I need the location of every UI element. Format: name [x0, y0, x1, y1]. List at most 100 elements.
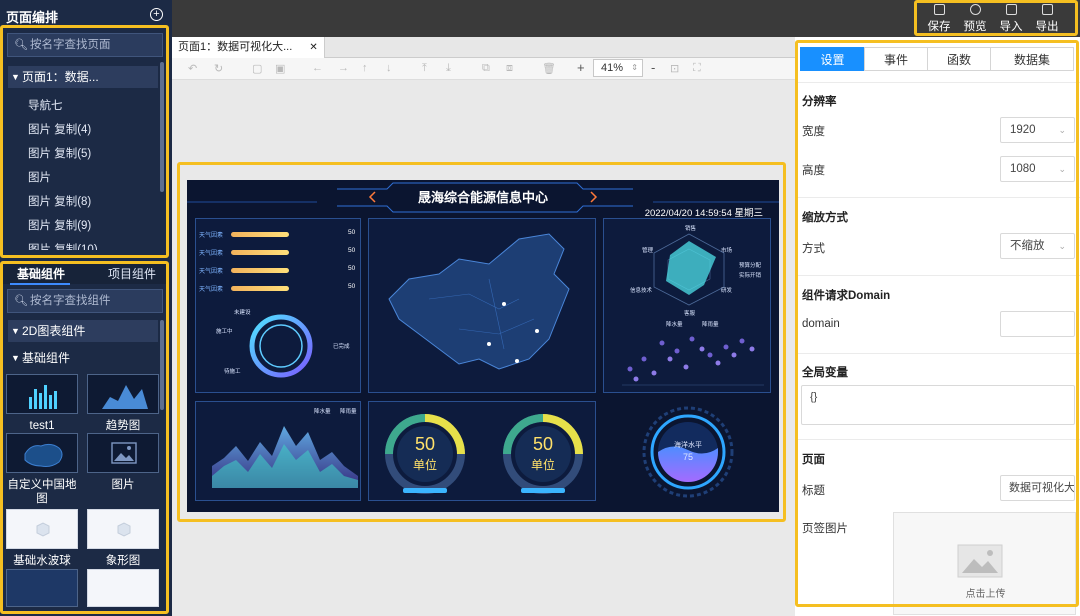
save-icon: [933, 4, 945, 15]
save-button[interactable]: 保存: [924, 4, 954, 34]
tab-project-components[interactable]: 项目组件: [108, 265, 156, 282]
zoom-out-icon[interactable]: -: [651, 60, 655, 75]
component-test1-thumb[interactable]: [6, 374, 78, 414]
section-page: 页面: [802, 454, 825, 466]
import-button[interactable]: 导入: [996, 4, 1026, 34]
undo-icon[interactable]: ↶: [188, 62, 197, 75]
area-legend: 降水量: [314, 409, 331, 415]
cube-icon: [117, 522, 131, 537]
export-button[interactable]: 导出: [1032, 4, 1062, 34]
scale-mode-select[interactable]: 不缩放 ⌄: [1000, 233, 1075, 259]
china-map: [388, 233, 570, 370]
component-search-input[interactable]: 🔍︎ 按名字查找组件: [7, 289, 163, 313]
bar-label: 天气因素: [199, 233, 224, 239]
radar-label: 信息技术: [630, 288, 653, 294]
bar-value: 50: [348, 247, 356, 254]
map-icon: [24, 443, 63, 467]
preview-button[interactable]: 预览: [960, 4, 990, 34]
align-top-icon[interactable]: ⤒: [422, 62, 427, 75]
panel-china-map: [368, 218, 596, 393]
align-bottom-icon[interactable]: ⤓: [446, 62, 451, 75]
component-pictogram-thumb[interactable]: [87, 509, 159, 549]
arrow-left-icon[interactable]: ←: [312, 62, 323, 74]
component-label: 象形图: [105, 555, 141, 567]
width-select[interactable]: 1920 ⌄: [1000, 117, 1075, 143]
panel-radar-scatter: 销售 管理 市场 信息技术 研发 客服 预算分配 实际开销 降水量 降雨量: [603, 218, 771, 393]
chevron-down-icon: ⌄: [1058, 164, 1066, 174]
radar-label: 管理: [642, 248, 654, 254]
component-thumb[interactable]: [87, 569, 159, 607]
component-waterball-thumb[interactable]: [6, 509, 78, 549]
dashboard-title: 晟海综合能源信息中心: [417, 190, 548, 205]
fullscreen-icon[interactable]: ⛶: [693, 62, 701, 75]
tab-page1[interactable]: 页面1：数据可视化大... ✕: [172, 37, 325, 58]
scatter-legend: 降雨量: [702, 322, 719, 328]
radar-label: 销售: [685, 226, 697, 232]
canvas-tab-row: 页面1：数据可视化大... ✕: [172, 37, 795, 58]
ungroup-icon[interactable]: ⧈: [506, 62, 513, 75]
zoom-in-icon[interactable]: +: [577, 60, 585, 75]
component-china-map-thumb[interactable]: [6, 433, 78, 473]
dashboard-canvas[interactable]: 晟海综合能源信息中心 2022/04/20 14:59:54 星期三 天气因素 …: [187, 180, 779, 512]
tree-item[interactable]: 导航七: [28, 97, 63, 113]
gauge-value: 50: [532, 434, 554, 454]
close-icon[interactable]: ✕: [309, 42, 317, 53]
tree-item[interactable]: 图片 复制(8): [28, 193, 91, 209]
tree-root-page1[interactable]: ▼ 页面1：数据...: [8, 66, 158, 88]
group-icon[interactable]: ⧉: [482, 62, 490, 75]
arrow-down-icon[interactable]: ↓: [386, 62, 392, 74]
tree-item[interactable]: 图片 复制(10): [28, 241, 98, 250]
fit-icon[interactable]: ⊡: [670, 62, 679, 75]
add-page-icon[interactable]: +: [150, 8, 163, 21]
scatter-legend: 降水量: [666, 322, 683, 328]
gauge-value: 50: [414, 434, 436, 454]
global-variables-textarea[interactable]: {}: [801, 385, 1075, 425]
component-trend-thumb[interactable]: [87, 374, 159, 414]
redo-icon[interactable]: ↻: [214, 62, 223, 75]
paste-icon[interactable]: ▣: [275, 62, 285, 75]
domain-input[interactable]: [1000, 311, 1075, 337]
tree-scrollbar[interactable]: [160, 62, 164, 192]
tab-datasets[interactable]: 数据集: [990, 47, 1074, 71]
tab-functions[interactable]: 函数: [927, 47, 991, 71]
panel-title: 页面编排: [6, 10, 59, 25]
section-scale: 缩放方式: [802, 212, 848, 224]
arrow-up-icon[interactable]: ↑: [362, 62, 368, 74]
category-2d-charts[interactable]: ▼ 2D图表组件: [8, 320, 158, 342]
image-icon: [111, 442, 137, 464]
panel-area-chart: 降水量 降雨量: [195, 401, 361, 501]
area-chart: [212, 426, 358, 488]
section-global-variables: 全局变量: [802, 367, 848, 379]
component-thumb[interactable]: [6, 569, 78, 607]
delete-icon[interactable]: 🗑︎: [542, 62, 556, 75]
bar-label: 天气因素: [199, 269, 224, 275]
arrow-right-icon[interactable]: →: [338, 62, 349, 74]
stepper-icon[interactable]: ⇕: [631, 60, 638, 76]
section-domain: 组件请求Domain: [802, 290, 891, 302]
tree-item[interactable]: 图片 复制(4): [28, 121, 91, 137]
radar-chart: [653, 233, 725, 306]
zoom-input[interactable]: 41% ⇕: [593, 59, 643, 77]
height-label: 高度: [802, 165, 825, 177]
tree-item[interactable]: 图片 复制(5): [28, 145, 91, 161]
radar-legend: 预算分配: [739, 263, 762, 269]
upload-area[interactable]: 点击上传: [893, 512, 1076, 615]
page-search-input[interactable]: 🔍︎ 按名字查找页面: [7, 33, 163, 57]
tab-image-label: 页签图片: [802, 523, 848, 535]
tree-item[interactable]: 图片: [28, 169, 51, 185]
component-scrollbar[interactable]: [160, 320, 164, 410]
category-basic[interactable]: ▼ 基础组件: [8, 347, 158, 369]
tree-item[interactable]: 图片 复制(9): [28, 217, 91, 233]
dashboard-datetime: 2022/04/20 14:59:54 星期三: [644, 208, 763, 219]
tab-settings[interactable]: 设置: [800, 47, 865, 71]
page-title-input[interactable]: 数据可视化大: [1000, 475, 1075, 501]
copy-icon[interactable]: ▢: [252, 62, 262, 75]
height-select[interactable]: 1080 ⌄: [1000, 156, 1075, 182]
tab-basic-components[interactable]: 基础组件: [17, 265, 65, 282]
search-icon: 🔍︎: [14, 39, 28, 51]
import-icon: [1005, 4, 1017, 15]
tab-events[interactable]: 事件: [864, 47, 928, 71]
chevron-down-icon: ▼: [11, 72, 20, 82]
bar-label: 天气因素: [199, 251, 224, 257]
component-image-thumb[interactable]: [87, 433, 159, 473]
